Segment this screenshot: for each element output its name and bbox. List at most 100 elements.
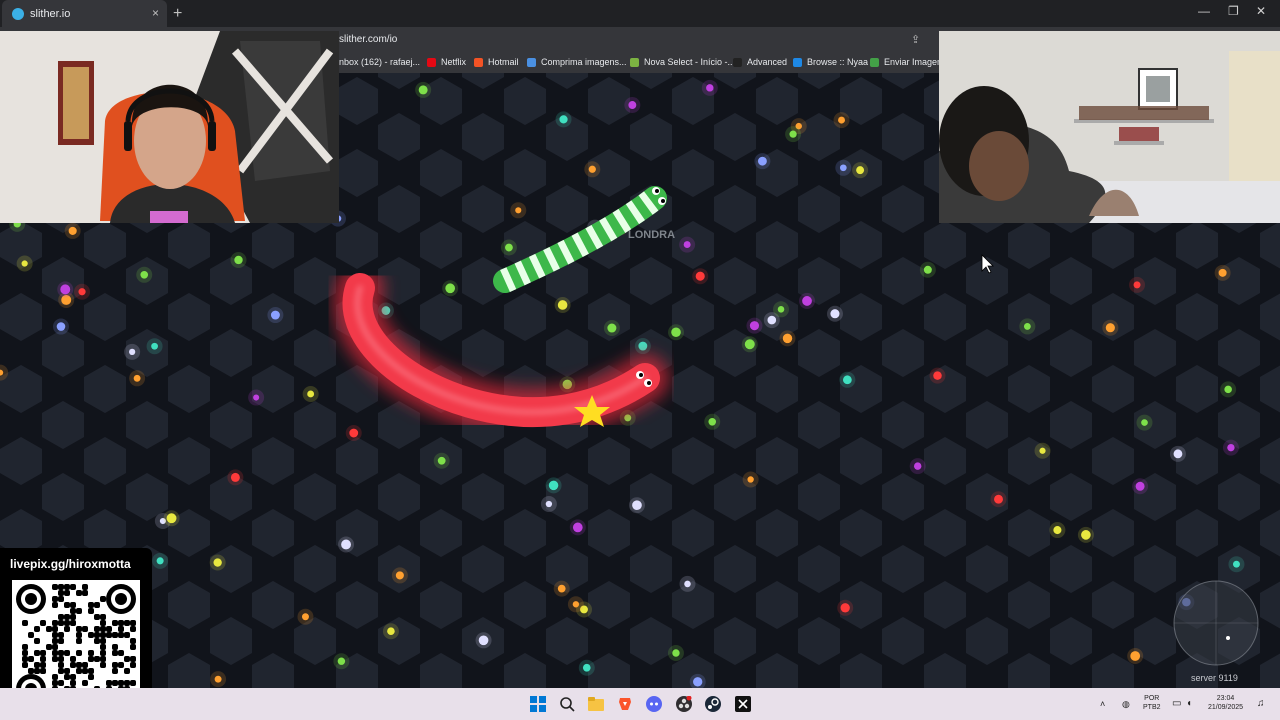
- food-pellet: [156, 557, 164, 565]
- qr-module: [124, 620, 130, 626]
- qr-module: [118, 620, 124, 626]
- qr-module: [64, 668, 70, 674]
- qr-module: [112, 662, 118, 668]
- qr-module: [58, 596, 64, 602]
- clock-date: 21/09/2025: [1208, 704, 1244, 711]
- tray-chevron-icon[interactable]: ˄: [1100, 700, 1105, 709]
- maximize-button[interactable]: ❐: [1228, 4, 1239, 18]
- network-tray-icon[interactable]: ◍: [1122, 700, 1130, 709]
- bookmark-netflix[interactable]: Netflix: [427, 57, 466, 67]
- food-pellet: [133, 374, 141, 382]
- food-pellet: [230, 472, 240, 482]
- food-pellet: [757, 156, 767, 166]
- file-explorer-icon[interactable]: [586, 694, 606, 714]
- share-icon[interactable]: ⇪: [911, 33, 920, 46]
- qr-module: [70, 620, 76, 626]
- qr-module: [52, 596, 58, 602]
- notification-bell-icon[interactable]: ♫: [1257, 699, 1265, 709]
- qr-module: [100, 614, 106, 620]
- bookmark-label: Browse :: Nyaa: [807, 57, 869, 67]
- qr-module: [88, 668, 94, 674]
- food-pellet: [166, 513, 177, 524]
- food-pellet: [60, 284, 71, 295]
- food-pellet: [56, 322, 66, 331]
- qr-module: [130, 662, 136, 668]
- close-window-button[interactable]: ✕: [1256, 4, 1266, 18]
- game-app-icon[interactable]: [733, 694, 753, 714]
- food-pellet: [830, 309, 840, 319]
- qr-module: [94, 614, 100, 620]
- bookmark-comprima[interactable]: Comprima imagens...: [527, 57, 627, 67]
- food-pellet: [638, 341, 648, 351]
- food-pellet: [337, 657, 346, 665]
- food-pellet: [387, 627, 395, 636]
- qr-module: [82, 680, 88, 686]
- food-pellet: [1135, 481, 1145, 491]
- qr-module: [40, 668, 46, 674]
- bookmark-enviar-imagem[interactable]: Enviar Imagem: [870, 57, 945, 67]
- livepix-url: livepix.gg/hiroxmotta: [10, 557, 131, 571]
- compress-icon: [527, 57, 536, 67]
- qr-module: [118, 650, 124, 656]
- monitor-tray-icon[interactable]: ▭: [1172, 699, 1181, 709]
- qr-module: [118, 626, 124, 632]
- qr-module: [112, 644, 118, 650]
- qr-module: [64, 620, 70, 626]
- new-tab-button[interactable]: +: [173, 5, 182, 23]
- minimize-button[interactable]: —: [1198, 4, 1210, 18]
- bookmark-nyaa[interactable]: Browse :: Nyaa: [793, 57, 868, 67]
- food-pellet: [1173, 449, 1183, 459]
- food-pellet: [777, 306, 785, 313]
- qr-module: [70, 602, 76, 608]
- clock[interactable]: 23:04 21/09/2025: [1208, 694, 1243, 712]
- food-pellet: [557, 584, 566, 593]
- tab-close-icon[interactable]: ×: [152, 6, 159, 20]
- food-pellet: [628, 101, 637, 109]
- qr-module: [76, 608, 82, 614]
- food-pellet: [572, 601, 580, 608]
- qr-module: [88, 656, 94, 662]
- windows-start-icon[interactable]: [528, 694, 548, 714]
- qr-module: [106, 680, 112, 686]
- qr-module: [112, 680, 118, 686]
- qr-module: [100, 656, 106, 662]
- url-field[interactable]: slither.com/io: [339, 34, 397, 45]
- tab-slither[interactable]: slither.io ×: [2, 0, 167, 27]
- qr-module: [82, 590, 88, 596]
- discord-icon[interactable]: [644, 694, 664, 714]
- qr-module: [40, 620, 46, 626]
- qr-module: [130, 626, 136, 632]
- language-indicator[interactable]: POR PTB2: [1143, 694, 1161, 712]
- keyboard-layout-label: PTB2: [1143, 704, 1161, 711]
- qr-module: [22, 662, 28, 668]
- qr-module: [106, 626, 112, 632]
- brave-browser-icon[interactable]: [615, 694, 635, 714]
- bookmark-inbox[interactable]: nbox (162) - rafaej...: [339, 57, 420, 67]
- qr-module: [22, 656, 28, 662]
- food-pellet: [1130, 651, 1141, 661]
- obs-studio-icon[interactable]: [674, 694, 694, 714]
- food-pellet: [214, 675, 222, 683]
- qr-module: [118, 662, 124, 668]
- qr-module: [118, 680, 124, 686]
- qr-module: [94, 632, 100, 638]
- language-label: POR: [1144, 695, 1160, 702]
- bookmark-nova-select[interactable]: Nova Select - Início -...: [630, 57, 735, 67]
- clock-time: 23:04: [1216, 695, 1235, 702]
- bookmark-label: Netflix: [441, 57, 467, 67]
- image-upload-icon: [870, 57, 879, 67]
- bookmark-advanced[interactable]: Advanced: [733, 57, 787, 67]
- qr-module: [100, 626, 106, 632]
- netflix-icon: [427, 57, 436, 67]
- search-icon[interactable]: [557, 694, 577, 714]
- steam-icon[interactable]: [703, 694, 723, 714]
- food-pellet: [767, 315, 777, 325]
- bookmark-hotmail[interactable]: Hotmail: [474, 57, 519, 67]
- food-pellet: [418, 85, 428, 95]
- qr-module: [124, 656, 130, 662]
- food-pellet: [395, 571, 404, 580]
- volume-icon[interactable]: ◖: [1186, 699, 1192, 709]
- qr-module: [34, 668, 40, 674]
- food-pellet: [341, 539, 351, 550]
- qr-module: [130, 644, 136, 650]
